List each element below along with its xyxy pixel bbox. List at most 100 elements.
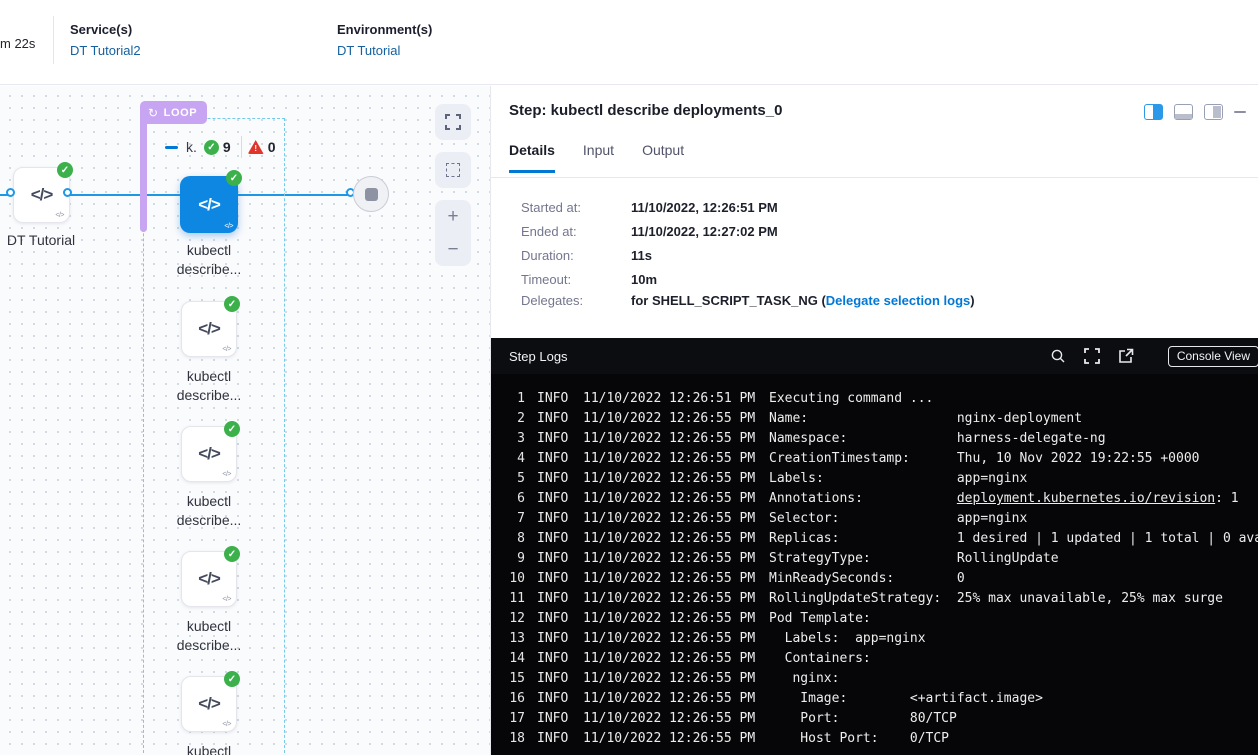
log-link[interactable]: deployment.kubernetes.io/revision xyxy=(957,491,1215,506)
log-timestamp: 11/10/2022 12:26:55 PM xyxy=(583,409,759,429)
log-level: INFO xyxy=(537,549,571,569)
status-success-icon: ✓ xyxy=(226,170,242,186)
log-timestamp: 11/10/2022 12:26:55 PM xyxy=(583,529,759,549)
node-label: kubectl describe... xyxy=(144,742,274,755)
detail-label: Delegates: xyxy=(521,292,631,309)
layout-bottom-icon[interactable] xyxy=(1174,104,1193,120)
topbar-divider xyxy=(53,16,54,64)
minimize-panel-icon[interactable] xyxy=(1234,111,1246,113)
step-details-panel: Step: kubectl describe deployments_0 Det… xyxy=(490,86,1258,755)
status-success-icon: ✓ xyxy=(57,162,73,178)
log-timestamp: 11/10/2022 12:26:55 PM xyxy=(583,449,759,469)
log-level: INFO xyxy=(537,709,571,729)
log-level: INFO xyxy=(537,429,571,449)
log-message: Selector: app=nginx xyxy=(769,509,1027,529)
status-success-icon: ✓ xyxy=(224,421,240,437)
layout-split-right-icon[interactable] xyxy=(1144,104,1163,120)
canvas-zoom-controls: + − xyxy=(435,200,471,266)
loop-iteration-node: </> </> ✓ kubectl describe... xyxy=(181,551,237,607)
log-line-number: 6 xyxy=(505,489,525,509)
log-line-number: 13 xyxy=(505,629,525,649)
log-line-number: 8 xyxy=(505,529,525,549)
log-timestamp: 11/10/2022 12:26:55 PM xyxy=(583,509,759,529)
collapse-group-icon[interactable] xyxy=(165,146,178,149)
service-link[interactable]: DT Tutorial2 xyxy=(70,43,141,58)
detail-row: Duration: 11s xyxy=(521,247,778,264)
detail-row: Started at: 11/10/2022, 12:26:51 PM xyxy=(521,199,778,216)
log-level: INFO xyxy=(537,569,571,589)
log-message: CreationTimestamp: Thu, 10 Nov 2022 19:2… xyxy=(769,449,1199,469)
search-icon[interactable] xyxy=(1050,348,1066,364)
log-line: 8 INFO 11/10/2022 12:26:55 PM Replicas: … xyxy=(491,529,1258,549)
log-line-number: 16 xyxy=(505,689,525,709)
loop-badge[interactable]: ↻ LOOP xyxy=(140,101,207,124)
console-view-button[interactable]: Console View xyxy=(1168,346,1258,367)
zoom-in-button[interactable]: + xyxy=(447,207,458,226)
script-type-icon: </> xyxy=(222,471,231,478)
detail-row: Timeout: 10m xyxy=(521,271,778,288)
log-line: 10 INFO 11/10/2022 12:26:55 PM MinReadyS… xyxy=(491,569,1258,589)
log-timestamp: 11/10/2022 12:26:55 PM xyxy=(583,629,759,649)
log-message: Name: nginx-deployment xyxy=(769,409,1082,429)
tab-details[interactable]: Details xyxy=(509,142,555,173)
log-timestamp: 11/10/2022 12:26:55 PM xyxy=(583,709,759,729)
log-line: 9 INFO 11/10/2022 12:26:55 PM StrategyTy… xyxy=(491,549,1258,569)
log-timestamp: 11/10/2022 12:26:51 PM xyxy=(583,389,759,409)
service-label: Service(s) xyxy=(70,22,141,37)
step-node[interactable]: </> </> ✓ xyxy=(181,676,237,732)
zoom-out-button[interactable]: − xyxy=(447,240,458,259)
canvas-fullscreen-button[interactable] xyxy=(435,104,471,140)
node-label-line1: kubectl xyxy=(144,367,274,386)
log-line-number: 12 xyxy=(505,609,525,629)
log-message: Executing command ... xyxy=(769,389,933,409)
pipeline-end-node[interactable] xyxy=(353,176,389,212)
log-line: 4 INFO 11/10/2022 12:26:55 PM CreationTi… xyxy=(491,449,1258,469)
log-level: INFO xyxy=(537,469,571,489)
detail-value: 11/10/2022, 12:27:02 PM xyxy=(631,223,778,240)
pipeline-canvas[interactable]: ↻ LOOP k. ✓ 9 ! 0 </> </> ✓ DT Tutorial … xyxy=(0,86,490,755)
success-check-icon: ✓ xyxy=(204,140,219,155)
status-success-icon: ✓ xyxy=(224,546,240,562)
log-line: 15 INFO 11/10/2022 12:26:55 PM nginx: xyxy=(491,669,1258,689)
log-timestamp: 11/10/2022 12:26:55 PM xyxy=(583,469,759,489)
loop-group-header: k. ✓ 9 ! 0 xyxy=(165,136,279,158)
detail-label: Started at: xyxy=(521,199,631,216)
script-type-icon: </> xyxy=(222,346,231,353)
step-node-dt-tutorial[interactable]: </> </> ✓ xyxy=(13,167,70,223)
log-message: Replicas: 1 desired | 1 updated | 1 tota… xyxy=(769,529,1258,549)
environment-link[interactable]: DT Tutorial xyxy=(337,43,432,58)
step-title: Step: kubectl describe deployments_0 xyxy=(509,102,782,119)
log-line: 14 INFO 11/10/2022 12:26:55 PM Container… xyxy=(491,649,1258,669)
step-node-selected[interactable]: </> </> ✓ xyxy=(180,176,238,233)
edge-connector[interactable] xyxy=(6,188,15,197)
tab-output[interactable]: Output xyxy=(642,142,684,173)
log-line: 16 INFO 11/10/2022 12:26:55 PM Image: <+… xyxy=(491,689,1258,709)
loop-iteration-node: </> </> ✓ kubectl describe... xyxy=(181,676,237,732)
log-timestamp: 11/10/2022 12:26:55 PM xyxy=(583,569,759,589)
log-line: 17 INFO 11/10/2022 12:26:55 PM Port: 80/… xyxy=(491,709,1258,729)
panel-layout-controls xyxy=(1144,104,1246,120)
node-label: DT Tutorial xyxy=(0,231,106,250)
step-node[interactable]: </> </> ✓ xyxy=(181,551,237,607)
log-message: StrategyType: RollingUpdate xyxy=(769,549,1059,569)
layout-right-icon[interactable] xyxy=(1204,104,1223,120)
delegate-selection-logs-link[interactable]: Delegate selection logs xyxy=(826,293,971,308)
loop-iteration-node: </> </> ✓ kubectl describe... xyxy=(181,426,237,482)
loop-iteration-node: </> </> ✓ kubectl describe... xyxy=(181,301,237,357)
log-timestamp: 11/10/2022 12:26:55 PM xyxy=(583,669,759,689)
step-node[interactable]: </> </> ✓ xyxy=(181,426,237,482)
edge-connector[interactable] xyxy=(63,188,72,197)
log-console[interactable]: 1 INFO 11/10/2022 12:26:51 PM Executing … xyxy=(491,374,1258,755)
open-in-new-icon[interactable] xyxy=(1118,348,1134,364)
canvas-select-button[interactable] xyxy=(435,152,471,188)
tab-input[interactable]: Input xyxy=(583,142,614,173)
error-count: 0 xyxy=(268,139,276,155)
script-type-icon: </> xyxy=(222,721,231,728)
detail-label: Ended at: xyxy=(521,223,631,240)
service-block: Service(s) DT Tutorial2 xyxy=(70,22,141,58)
pipeline-execution-page: m 22s Service(s) DT Tutorial2 Environmen… xyxy=(0,0,1258,755)
log-line: 2 INFO 11/10/2022 12:26:55 PM Name: ngin… xyxy=(491,409,1258,429)
detail-row: Ended at: 11/10/2022, 12:27:02 PM xyxy=(521,223,778,240)
fullscreen-logs-icon[interactable] xyxy=(1084,348,1100,364)
step-node[interactable]: </> </> ✓ xyxy=(181,301,237,357)
